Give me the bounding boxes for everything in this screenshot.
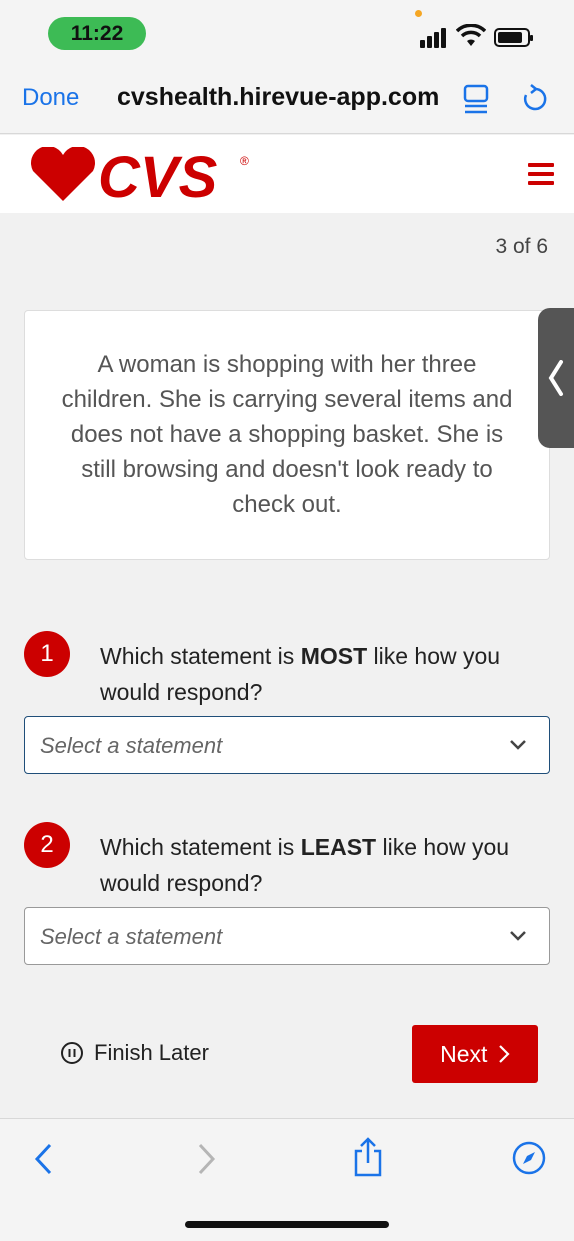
forward-icon[interactable] [196, 1141, 218, 1177]
finish-later-label: Finish Later [94, 1040, 209, 1065]
privacy-indicator-dot [415, 10, 422, 17]
next-label: Next [440, 1041, 488, 1067]
menu-icon[interactable] [528, 163, 554, 185]
browser-toolbar [0, 1118, 574, 1241]
question-text: Which statement is LEAST like how you wo… [100, 834, 510, 896]
cvs-logo[interactable]: CVS ® [28, 145, 258, 210]
question-progress: 3 of 6 [495, 235, 548, 258]
chevron-down-icon [510, 740, 526, 750]
side-panel-toggle[interactable] [538, 308, 574, 448]
browser-address-bar: Done cvshealth.hirevue-app.com [0, 64, 574, 134]
cvs-logo-text: CVS [98, 147, 218, 205]
finish-later-button[interactable]: Finish Later [60, 1040, 209, 1066]
status-bar: 11:22 [0, 0, 574, 64]
site-header: CVS ® [0, 135, 574, 213]
select-placeholder: Select a statement [40, 924, 223, 949]
reload-icon[interactable] [521, 83, 549, 113]
url-display[interactable]: cvshealth.hirevue-app.com [117, 83, 439, 112]
back-icon[interactable] [32, 1141, 54, 1177]
registered-mark: ® [240, 154, 249, 168]
least-like-select[interactable]: Select a statement [24, 907, 550, 965]
question-number-badge: 1 [24, 631, 70, 677]
home-indicator [185, 1221, 389, 1228]
next-button[interactable]: Next [412, 1025, 538, 1083]
reader-mode-icon[interactable] [463, 84, 489, 114]
chevron-right-icon [499, 1045, 510, 1063]
done-button[interactable]: Done [22, 84, 79, 112]
status-time: 11:22 [48, 17, 146, 50]
share-icon[interactable] [352, 1137, 384, 1177]
scenario-card: A woman is shopping with her three child… [24, 310, 550, 560]
compass-icon[interactable] [512, 1141, 546, 1175]
wifi-icon [456, 24, 486, 46]
select-placeholder: Select a statement [40, 733, 223, 758]
chevron-down-icon [510, 931, 526, 941]
question-text: Which statement is MOST like how you wou… [100, 643, 501, 705]
question-number-badge: 2 [24, 822, 70, 868]
cellular-signal-icon [420, 28, 450, 48]
battery-icon [494, 28, 533, 47]
chevron-left-icon [548, 360, 563, 396]
pause-icon [61, 1042, 83, 1064]
scenario-text: A woman is shopping with her three child… [61, 351, 513, 518]
most-like-select[interactable]: Select a statement [24, 716, 550, 774]
